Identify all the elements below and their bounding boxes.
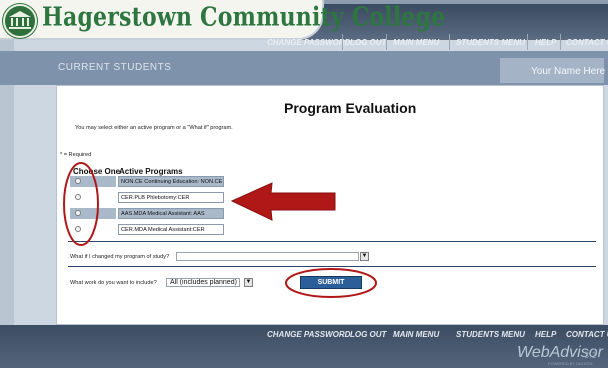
highlight-submit-circle [285,268,377,298]
highlight-radio-column-circle [63,162,99,246]
annotation-overlay [63,162,377,298]
highlight-arrow [230,182,336,221]
